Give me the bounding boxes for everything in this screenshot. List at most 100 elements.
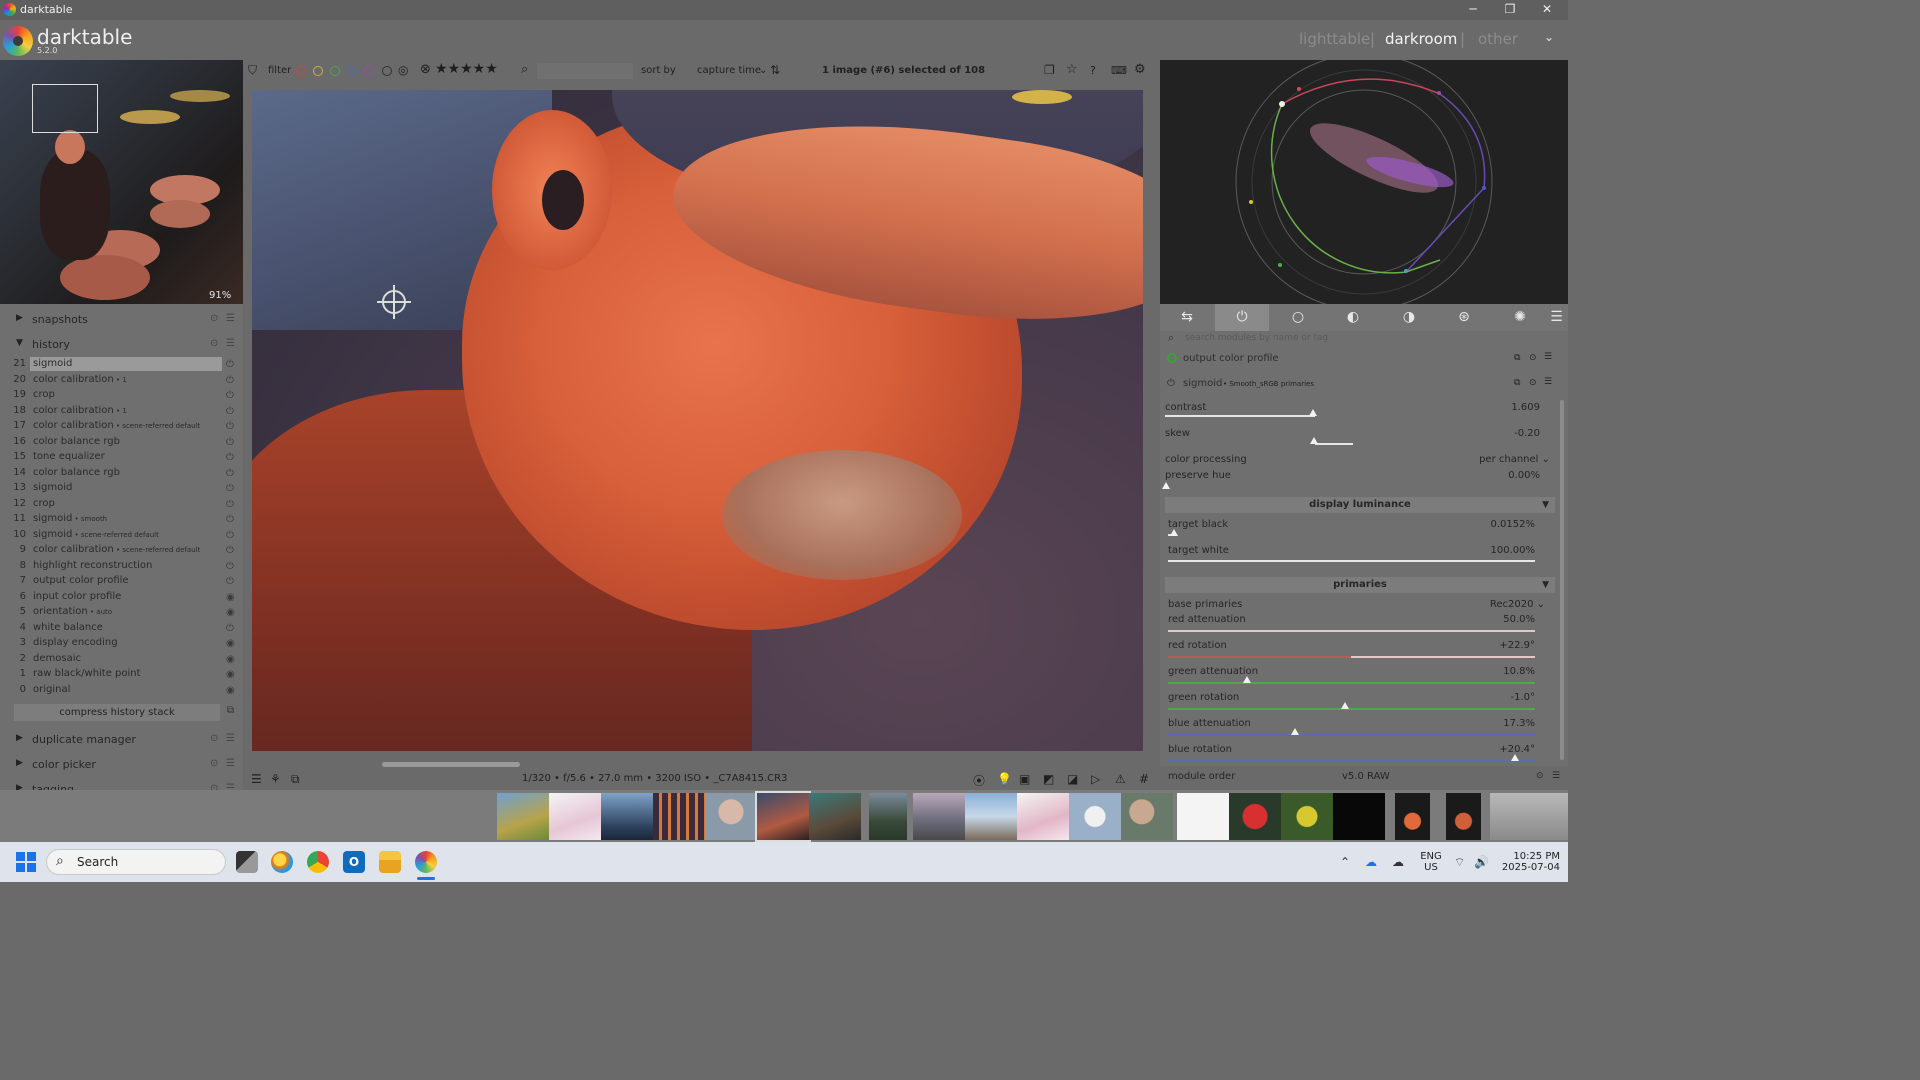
presets-menu-icon[interactable]: ☰ bbox=[1544, 352, 1552, 362]
presets-menu-icon[interactable]: ☰ bbox=[1544, 377, 1552, 387]
reject-filter-icon[interactable]: ⊗ bbox=[420, 62, 431, 77]
gamut-check-icon[interactable]: ▷ bbox=[1091, 772, 1100, 786]
presets-menu-icon[interactable]: ☰ bbox=[1552, 771, 1560, 781]
filmstrip-thumbnail[interactable] bbox=[1069, 793, 1121, 840]
filmstrip-thumbnail[interactable] bbox=[1229, 793, 1281, 840]
view-lighttable[interactable]: lighttable bbox=[1299, 30, 1370, 48]
volume-icon[interactable]: 🔊 bbox=[1474, 855, 1489, 869]
slider-handle[interactable] bbox=[1309, 409, 1317, 416]
module-search-input[interactable]: ⌕ search modules by name or tag bbox=[1166, 331, 1556, 346]
filmstrip-thumbnail[interactable] bbox=[809, 793, 861, 840]
chrome-icon[interactable] bbox=[307, 851, 329, 873]
history-item[interactable]: 15 tone equalizer ⏻ bbox=[13, 451, 241, 466]
reset-icon[interactable]: ⊙ bbox=[210, 783, 218, 790]
module-enabled-icon[interactable] bbox=[1167, 353, 1177, 363]
tagging-section[interactable]: ▶ tagging ⊙ ☰ bbox=[4, 778, 240, 790]
history-item[interactable]: 21 sigmoid ⏻ bbox=[13, 357, 241, 373]
filmstrip-thumbnail[interactable] bbox=[1395, 793, 1430, 840]
vectorscope[interactable] bbox=[1160, 53, 1568, 311]
text-search-input[interactable] bbox=[537, 63, 633, 79]
guides-grid-icon[interactable]: # bbox=[1139, 772, 1149, 786]
create-style-icon[interactable]: ⧉ bbox=[223, 705, 238, 720]
navigation-preview[interactable] bbox=[0, 60, 243, 304]
quick-access-menu-icon[interactable]: ☰ bbox=[251, 772, 262, 786]
search-icon[interactable]: ⌕ bbox=[521, 62, 528, 77]
reset-icon[interactable]: ⊙ bbox=[1529, 378, 1537, 388]
overlays-star-icon[interactable]: ☆ bbox=[1066, 62, 1078, 77]
windows-start-icon[interactable] bbox=[16, 852, 36, 872]
color-picker-section[interactable]: ▶ color picker ⊙ ☰ bbox=[4, 753, 240, 775]
history-item[interactable]: 6 input color profile ◉ bbox=[13, 591, 241, 606]
tab-effect[interactable]: ✺ bbox=[1493, 304, 1547, 331]
tab-active-modules[interactable]: ⏻ bbox=[1215, 304, 1269, 331]
history-item[interactable]: 17 color calibration • scene-referred def… bbox=[13, 420, 241, 435]
primaries-group[interactable]: primaries ▼ bbox=[1165, 577, 1555, 593]
presets-menu-icon[interactable]: ☰ bbox=[226, 758, 235, 769]
view-darkroom[interactable]: darkroom bbox=[1385, 30, 1457, 48]
history-section[interactable]: ▼ history ⊙ ☰ bbox=[4, 333, 240, 355]
tab-base[interactable]: ○ bbox=[1271, 304, 1325, 331]
blue-label-filter-icon[interactable] bbox=[347, 66, 357, 76]
slider-handle[interactable] bbox=[1310, 437, 1318, 444]
raw-overexposed-icon[interactable]: ▣ bbox=[1019, 772, 1030, 786]
filmstrip-thumbnail[interactable] bbox=[653, 793, 705, 840]
history-item[interactable]: 3 display encoding ◉ bbox=[13, 637, 241, 652]
filmstrip-thumbnail[interactable] bbox=[705, 793, 757, 840]
filmstrip-thumbnail[interactable] bbox=[1490, 793, 1568, 840]
slider-handle[interactable] bbox=[1291, 728, 1299, 735]
history-item[interactable]: 19 crop ⏻ bbox=[13, 389, 241, 404]
filmstrip-thumbnail[interactable] bbox=[913, 793, 965, 840]
iso12646-bulb-icon[interactable]: 💡 bbox=[997, 772, 1012, 786]
filmstrip-thumbnail[interactable] bbox=[869, 793, 907, 840]
skew-slider[interactable]: skew -0.20 bbox=[1165, 428, 1540, 454]
color-processing-dropdown[interactable]: color processing per channel ⌄ bbox=[1165, 454, 1550, 468]
reset-icon[interactable]: ⊙ bbox=[210, 733, 218, 744]
reset-icon[interactable]: ⊙ bbox=[210, 758, 218, 769]
presets-menu-icon[interactable]: ☰ bbox=[226, 783, 235, 790]
history-item[interactable]: 10 sigmoid • scene-referred default ⏻ bbox=[13, 529, 241, 544]
shortcuts-keyboard-icon[interactable]: ⌨ bbox=[1111, 64, 1127, 77]
module-output-color-profile[interactable]: output color profile ⧉ ⊙ ☰ bbox=[1164, 352, 1557, 368]
wifi-icon[interactable]: ⌔ bbox=[1454, 855, 1465, 870]
filmstrip-thumbnail[interactable] bbox=[1333, 793, 1385, 840]
clock[interactable]: 10:25 PM 2025-07-04 bbox=[1500, 851, 1560, 873]
history-item[interactable]: 12 crop ⏻ bbox=[13, 498, 241, 513]
slider-handle[interactable] bbox=[1243, 676, 1251, 683]
history-item[interactable]: 8 highlight reconstruction ⏻ bbox=[13, 560, 241, 575]
slider-handle[interactable] bbox=[1162, 482, 1170, 489]
multi-instance-icon[interactable]: ⧉ bbox=[1514, 353, 1520, 363]
red-label-filter-icon[interactable] bbox=[296, 66, 306, 76]
snapshots-section[interactable]: ▶ snapshots ⊙ ☰ bbox=[4, 308, 240, 330]
preserve-hue-slider[interactable]: preserve hue 0.00% bbox=[1162, 470, 1540, 496]
red-rotation-slider[interactable]: red rotation +22.9° bbox=[1168, 640, 1535, 666]
green-attenuation-slider[interactable]: green attenuation 10.8% bbox=[1168, 666, 1535, 692]
history-item[interactable]: 5 orientation • auto ◉ bbox=[13, 606, 241, 621]
filmstrip-thumbnail-selected[interactable] bbox=[755, 791, 811, 842]
history-item[interactable]: 2 demosaic ◉ bbox=[13, 653, 241, 668]
reset-icon[interactable]: ⊙ bbox=[210, 338, 218, 349]
close-button[interactable]: ✕ bbox=[1529, 0, 1565, 20]
history-item[interactable]: 16 color balance rgb ⏻ bbox=[13, 436, 241, 451]
grouping-icon[interactable]: ❐ bbox=[1044, 63, 1055, 77]
view-other[interactable]: other bbox=[1478, 30, 1518, 48]
history-item[interactable]: 1 raw black/white point ◉ bbox=[13, 668, 241, 683]
slider-handle[interactable] bbox=[1511, 754, 1519, 761]
module-power-icon[interactable]: ⏻ bbox=[1167, 378, 1175, 389]
duplicate-manager-section[interactable]: ▶ duplicate manager ⊙ ☰ bbox=[4, 728, 240, 750]
weather-widget-icon[interactable] bbox=[271, 851, 293, 873]
base-primaries-dropdown[interactable]: base primaries Rec2020 ⌄ bbox=[1168, 599, 1545, 613]
no-label-filter-icon[interactable] bbox=[382, 66, 392, 76]
history-item[interactable]: 4 white balance ⏻ bbox=[13, 622, 241, 637]
darktable-taskbar-icon[interactable] bbox=[415, 851, 437, 873]
sort-order-icon[interactable]: ⇅ bbox=[770, 63, 780, 77]
second-window-icon[interactable]: ⧉ bbox=[291, 772, 300, 787]
presets-menu-icon[interactable]: ☰ bbox=[226, 313, 235, 324]
filmstrip-thumbnail[interactable] bbox=[601, 793, 653, 840]
contrast-slider[interactable]: contrast 1.609 bbox=[1165, 402, 1540, 428]
module-sigmoid[interactable]: ⏻ sigmoid • Smooth_sRGB primaries ⧉ ⊙ ☰ bbox=[1164, 377, 1557, 393]
history-item[interactable]: 13 sigmoid ⏻ bbox=[13, 482, 241, 497]
styles-icon[interactable]: ⚘ bbox=[270, 772, 281, 786]
filmstrip-thumbnail[interactable] bbox=[1177, 793, 1229, 840]
right-panel-scrollbar[interactable] bbox=[1560, 400, 1564, 760]
tab-color[interactable]: ◑ bbox=[1382, 304, 1436, 331]
